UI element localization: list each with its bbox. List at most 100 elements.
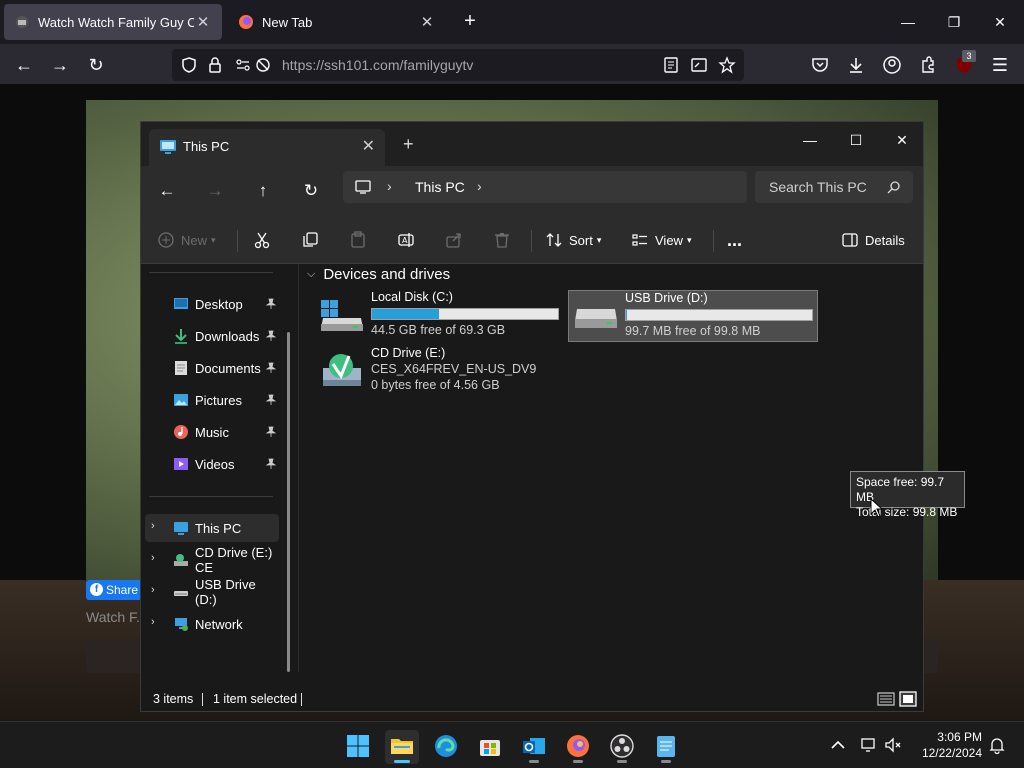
explorer-back-button[interactable]: ←	[153, 177, 181, 205]
drive-free-space: 99.7 MB free of 99.8 MB	[625, 324, 761, 338]
details-button[interactable]: Details	[841, 226, 905, 254]
new-tab-button[interactable]: +	[458, 10, 482, 34]
drive-item-c[interactable]: Local Disk (C:) 44.5 GB free of 69.3 GB	[319, 290, 563, 342]
chevron-right-icon[interactable]: ›	[151, 616, 163, 628]
tab-close-icon[interactable]: ✕	[418, 13, 436, 31]
mouse-cursor-icon	[870, 498, 884, 518]
chevron-right-icon[interactable]: ›	[151, 584, 163, 596]
chevron-right-icon[interactable]: ›	[151, 552, 163, 564]
delete-button[interactable]	[493, 226, 511, 254]
explorer-maximize-button[interactable]: ☐	[833, 126, 879, 154]
sidebar-item-music[interactable]: Music	[145, 418, 279, 446]
chevron-up-icon[interactable]	[829, 736, 847, 754]
pin-icon[interactable]	[265, 298, 277, 310]
close-window-button[interactable]: ✕	[978, 8, 1022, 36]
tab-close-icon[interactable]: ✕	[194, 13, 212, 31]
sidebar-item-cd-drive[interactable]: › CD Drive (E:) CE	[145, 545, 279, 575]
sidebar-item-usb-drive[interactable]: › USB Drive (D:)	[145, 577, 279, 607]
copy-button[interactable]	[301, 226, 319, 254]
menu-hamburger-icon[interactable]: ☰	[986, 51, 1014, 79]
taskbar-notepad[interactable]	[649, 730, 683, 764]
sidebar-item-this-pc[interactable]: › This PC	[145, 514, 279, 542]
pin-icon[interactable]	[265, 394, 277, 406]
sort-button[interactable]: Sort ▾	[545, 226, 601, 254]
shield-icon[interactable]	[180, 56, 198, 74]
downloads-icon[interactable]	[846, 55, 866, 75]
breadcrumb-item[interactable]: This PC	[415, 179, 465, 195]
facebook-share-button[interactable]: f Share	[86, 580, 142, 600]
extensions-icon[interactable]	[918, 55, 938, 75]
taskbar-firefox[interactable]	[561, 730, 595, 764]
paste-button[interactable]	[349, 226, 367, 254]
explorer-forward-button[interactable]: →	[201, 177, 229, 205]
minimize-button[interactable]: —	[886, 8, 930, 36]
back-button[interactable]: ←	[10, 51, 38, 79]
sidebar-divider	[149, 272, 273, 273]
browser-tab-newtab[interactable]: New Tab ✕	[228, 4, 446, 40]
drive-item-e[interactable]: CD Drive (E:) CES_X64FREV_EN-US_DV9 0 by…	[319, 346, 563, 400]
url-text[interactable]: https://ssh101.com/familyguytv	[282, 57, 473, 73]
taskbar-file-explorer[interactable]	[385, 730, 419, 764]
explorer-tab[interactable]: This PC ✕	[149, 129, 385, 166]
sidebar-item-downloads[interactable]: Downloads	[145, 322, 279, 350]
start-button[interactable]	[341, 730, 375, 764]
taskbar-outlook[interactable]	[517, 730, 551, 764]
restore-button[interactable]: ❐	[932, 8, 976, 36]
sidebar-item-desktop[interactable]: Desktop	[145, 290, 279, 318]
autoplay-blocked-icon[interactable]	[254, 56, 272, 74]
cut-button[interactable]	[253, 226, 271, 254]
sidebar-item-network[interactable]: › Network	[145, 610, 279, 638]
taskbar-obs[interactable]	[605, 730, 639, 764]
sidebar-scrollbar[interactable]	[287, 332, 290, 672]
taskbar-store[interactable]	[473, 730, 507, 764]
search-input[interactable]: Search This PC	[755, 171, 913, 203]
explorer-new-tab-button[interactable]: +	[403, 134, 414, 155]
chevron-right-icon[interactable]: ›	[387, 178, 392, 194]
pin-icon[interactable]	[265, 330, 277, 342]
chevron-right-icon[interactable]: ›	[151, 520, 163, 532]
system-clock[interactable]: 3:06 PM 12/22/2024	[912, 729, 982, 761]
pin-icon[interactable]	[265, 458, 277, 470]
more-options-button[interactable]: ...	[727, 226, 742, 254]
reader-view-icon[interactable]	[662, 56, 680, 74]
taskbar-edge[interactable]	[429, 730, 463, 764]
new-button[interactable]: New ▾	[157, 226, 216, 254]
share-button[interactable]	[445, 226, 463, 254]
browser-tab-active[interactable]: Watch Watch Family Guy Onlin ✕	[4, 4, 222, 40]
close-icon[interactable]: ✕	[362, 136, 375, 156]
permissions-icon[interactable]	[234, 56, 252, 74]
pc-icon	[160, 140, 176, 154]
network-status-icon[interactable]	[860, 736, 878, 754]
pin-icon[interactable]	[265, 426, 277, 438]
group-header[interactable]: ⌵ Devices and drives	[307, 266, 450, 283]
details-view-icon[interactable]	[877, 691, 895, 707]
sidebar-item-documents[interactable]: Documents	[145, 354, 279, 382]
sidebar-item-pictures[interactable]: Pictures	[145, 386, 279, 414]
rename-button[interactable]: A	[397, 226, 415, 254]
clipboard-icon	[351, 231, 365, 248]
notification-bell-icon[interactable]	[988, 736, 1006, 754]
pin-icon[interactable]	[265, 362, 277, 374]
picture-in-picture-icon[interactable]	[690, 56, 708, 74]
plus-circle-icon	[158, 232, 174, 248]
account-icon[interactable]	[882, 55, 902, 75]
breadcrumb[interactable]: › This PC ›	[343, 171, 747, 203]
url-bar[interactable]: https://ssh101.com/familyguytv	[172, 49, 744, 81]
explorer-refresh-button[interactable]: ↻	[297, 177, 325, 205]
explorer-close-button[interactable]: ✕	[879, 126, 925, 154]
drive-item-d[interactable]: USB Drive (D:) 99.7 MB free of 99.8 MB	[568, 290, 818, 342]
sidebar-item-videos[interactable]: Videos	[145, 450, 279, 478]
view-button[interactable]: View ▾	[631, 226, 691, 254]
large-icons-view-icon[interactable]	[899, 691, 917, 707]
bookmark-star-icon[interactable]	[718, 56, 736, 74]
volume-muted-icon[interactable]	[884, 736, 902, 754]
forward-button[interactable]: →	[46, 51, 74, 79]
desktop-icon	[174, 298, 188, 309]
explorer-up-button[interactable]: ↑	[249, 177, 277, 205]
lock-icon[interactable]	[206, 56, 224, 74]
pocket-icon[interactable]	[810, 55, 830, 75]
taskbar: 3:06 PM 12/22/2024	[0, 721, 1024, 768]
reload-button[interactable]: ↻	[82, 51, 110, 79]
chevron-right-icon[interactable]: ›	[477, 178, 482, 194]
explorer-minimize-button[interactable]: —	[787, 126, 833, 154]
